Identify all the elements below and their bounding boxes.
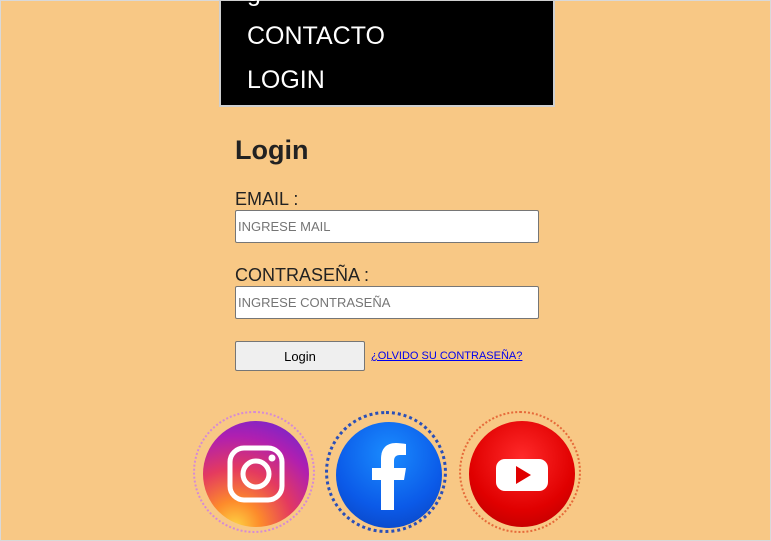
instagram-button[interactable] [193, 411, 315, 533]
password-label: CONTRASEÑA : [235, 265, 370, 285]
nav-item-partial[interactable]: g [247, 0, 261, 7]
password-input[interactable] [235, 286, 539, 319]
page-title: Login [235, 135, 309, 165]
login-button[interactable]: Login [235, 341, 365, 371]
youtube-button[interactable] [459, 411, 581, 533]
email-input[interactable] [235, 210, 539, 243]
nav-item-contacto[interactable]: CONTACTO [247, 22, 385, 50]
youtube-icon [469, 421, 575, 527]
nav-item-login[interactable]: LOGIN [247, 66, 325, 94]
facebook-icon [336, 422, 442, 528]
email-label: EMAIL : [235, 189, 299, 209]
nav-menu: g CONTACTO LOGIN [219, 0, 555, 107]
forgot-password-link[interactable]: ¿OLVIDO SU CONTRASEÑA? [371, 350, 522, 362]
instagram-icon [203, 421, 309, 527]
facebook-button[interactable] [325, 411, 447, 533]
